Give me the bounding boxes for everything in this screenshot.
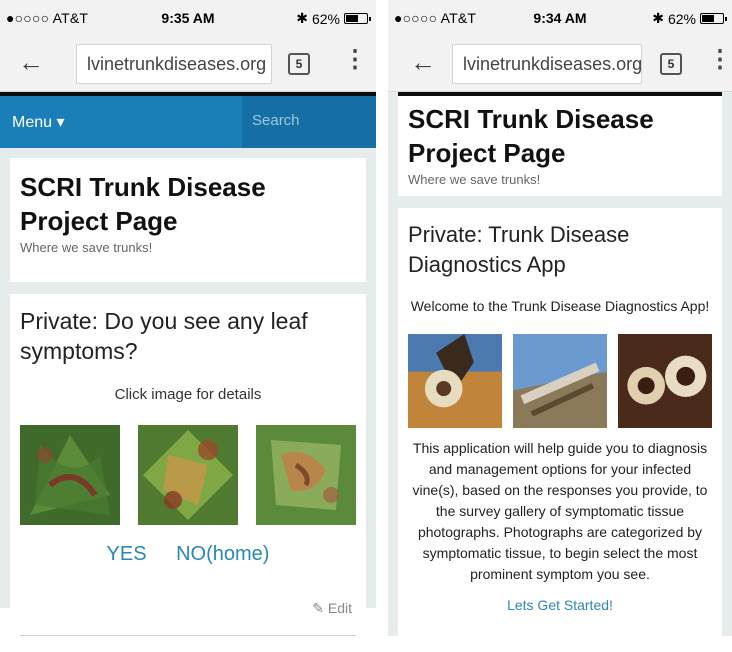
browser-toolbar: ← lvinetrunkdiseases.org 5 ⋮ xyxy=(388,36,732,92)
caret-down-icon: ▾ xyxy=(56,114,65,131)
site-title[interactable]: SCRI Trunk Disease Project Page xyxy=(408,102,712,170)
leaf-symptom-image-1[interactable] xyxy=(20,425,120,525)
edit-link[interactable]: ✎ Edit xyxy=(20,600,356,617)
leaf-image-gallery xyxy=(20,425,356,525)
trunk-symptom-image-3[interactable] xyxy=(618,334,712,428)
search-input[interactable]: Search xyxy=(242,96,376,148)
trunk-symptom-image-2[interactable] xyxy=(513,334,607,428)
tab-count-button[interactable]: 5 xyxy=(288,53,310,75)
divider xyxy=(20,635,356,636)
page-content: SCRI Trunk Disease Project Page Where we… xyxy=(388,92,732,636)
url-field[interactable]: lvinetrunkdiseases.org xyxy=(76,44,272,84)
tab-count-button[interactable]: 5 xyxy=(660,53,682,75)
bluetooth-icon: ✱ xyxy=(652,10,664,26)
menu-button[interactable]: Menu ▾ xyxy=(12,112,65,132)
site-header-card: SCRI Trunk Disease Project Page Where we… xyxy=(10,158,366,282)
site-title[interactable]: SCRI Trunk Disease Project Page xyxy=(20,170,356,238)
post-card: Private: Trunk Disease Diagnostics App W… xyxy=(398,208,722,636)
leaf-symptom-image-2[interactable] xyxy=(138,425,238,525)
back-arrow-icon[interactable]: ← xyxy=(18,48,44,76)
status-bar: ●○○○○ AT&T 9:34 AM ✱ 62% xyxy=(388,0,732,36)
battery-percent: 62% xyxy=(311,10,340,27)
browser-toolbar: ← lvinetrunkdiseases.org 5 ⋮ xyxy=(0,36,376,92)
image-caption: Click image for details xyxy=(114,386,262,403)
site-tagline: Where we save trunks! xyxy=(20,240,153,255)
yes-link[interactable]: YES xyxy=(107,543,147,565)
trunk-image-gallery xyxy=(408,334,712,428)
phone-screen-right: ●○○○○ AT&T 9:34 AM ✱ 62% ← lvinetrunkdis… xyxy=(388,0,732,636)
site-header-card: SCRI Trunk Disease Project Page Where we… xyxy=(398,92,722,196)
back-arrow-icon[interactable]: ← xyxy=(410,48,436,76)
welcome-text: Welcome to the Trunk Disease Diagnostics… xyxy=(410,298,710,314)
battery-icon xyxy=(344,13,371,24)
overflow-menu-icon[interactable]: ⋮ xyxy=(343,46,367,74)
status-bar: ●○○○○ AT&T 9:35 AM ✱ 62% xyxy=(0,0,376,36)
bluetooth-icon: ✱ xyxy=(296,10,308,26)
app-description: This application will help guide you to … xyxy=(412,440,708,582)
battery-fill xyxy=(346,15,358,22)
overflow-menu-icon[interactable]: ⋮ xyxy=(708,46,732,74)
answer-links: YES NO(home) xyxy=(20,543,356,566)
site-nav-bar: Menu ▾ Search xyxy=(0,92,376,148)
pencil-icon: ✎ xyxy=(312,600,324,616)
no-home-link[interactable]: NO(home) xyxy=(176,543,269,565)
battery-percent: 62% xyxy=(667,10,696,27)
post-title: Private: Trunk Disease Diagnostics App xyxy=(408,222,630,277)
phone-screen-left: ●○○○○ AT&T 9:35 AM ✱ 62% ← lvinetrunkdis… xyxy=(0,0,376,652)
battery-fill xyxy=(702,15,714,22)
leaf-symptom-image-3[interactable] xyxy=(256,425,356,525)
post-card: Private: Do you see any leaf symptoms? C… xyxy=(10,294,366,652)
battery-status: ✱ 62% xyxy=(296,10,371,27)
get-started-link[interactable]: Lets Get Started! xyxy=(408,597,712,613)
url-field[interactable]: lvinetrunkdiseases.org xyxy=(452,44,642,84)
trunk-symptom-image-1[interactable] xyxy=(408,334,502,428)
battery-icon xyxy=(700,13,727,24)
site-tagline: Where we save trunks! xyxy=(408,172,541,187)
battery-status: ✱ 62% xyxy=(652,10,727,27)
post-title: Private: Do you see any leaf symptoms? xyxy=(20,308,308,364)
page-content: SCRI Trunk Disease Project Page Where we… xyxy=(0,148,376,652)
